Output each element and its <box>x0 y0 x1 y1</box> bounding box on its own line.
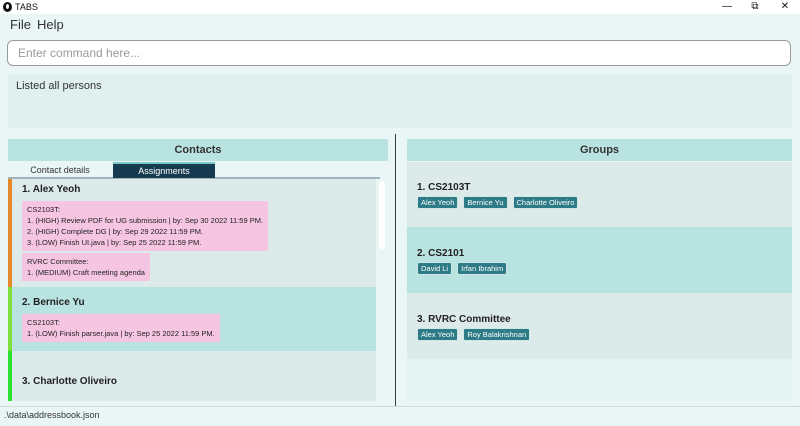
assignment-group-title: CS2103T: <box>27 318 60 327</box>
group-card[interactable]: 1. CS2103T Alex Yeoh Bernice Yu Charlott… <box>407 162 792 227</box>
tag-color-bar <box>8 287 12 351</box>
group-card[interactable]: 3. RVRC Committee Alex Yeoh Roy Balakris… <box>407 293 792 359</box>
app-icon <box>3 2 12 12</box>
title-bar: TABS — ⧉ ✕ <box>0 0 800 14</box>
menu-help[interactable]: Help <box>37 17 64 33</box>
member-tag: Bernice Yu <box>463 196 508 209</box>
member-tags: David Li Irfan Ibrahim <box>417 262 508 275</box>
assignment-box: CS2103T: 1. (LOW) Finish parser.java | b… <box>22 314 220 342</box>
contact-name: 2. Bernice Yu <box>22 297 85 308</box>
member-tags: Alex Yeoh Roy Balakrishnan <box>417 328 531 341</box>
window-title: TABS <box>15 2 38 12</box>
member-tags: Alex Yeoh Bernice Yu Charlotte Oliveiro <box>417 196 579 209</box>
status-bar: .\data\addressbook.json <box>0 406 800 426</box>
member-tag: Alex Yeoh <box>417 328 459 341</box>
minimize-icon[interactable]: — <box>712 0 742 14</box>
member-tag: Irfan Ibrahim <box>457 262 508 275</box>
assignment-box: CS2103T: 1. (HIGH) Review PDF for UG sub… <box>22 201 269 251</box>
tab-assignments[interactable]: Assignments <box>113 162 215 178</box>
command-input[interactable] <box>7 40 791 66</box>
save-location: .\data\addressbook.json <box>4 410 100 420</box>
group-name: 2. CS2101 <box>417 248 465 259</box>
assignment-item: 2. (HIGH) Complete DG | by: Sep 29 2022 … <box>27 227 204 236</box>
menu-file[interactable]: File <box>10 17 31 33</box>
assignment-item: 1. (HIGH) Review PDF for UG submission |… <box>27 216 264 225</box>
member-tag: Charlotte Oliveiro <box>512 196 579 209</box>
assignment-item: 3. (LOW) Finish UI.java | by: Sep 25 202… <box>27 238 202 247</box>
tab-contact-details[interactable]: Contact details <box>10 162 110 178</box>
member-tag: Roy Balakrishnan <box>463 328 531 341</box>
assignment-item: 1. (LOW) Finish parser.java | by: Sep 25… <box>27 329 215 338</box>
tag-color-bar <box>8 351 12 401</box>
groups-header: Groups <box>407 139 792 161</box>
menu-bar: File Help <box>0 14 800 36</box>
tag-color-bar <box>8 179 12 287</box>
panel-divider[interactable] <box>395 134 396 406</box>
contacts-scroll-thumb[interactable] <box>379 181 385 249</box>
contacts-header: Contacts <box>8 139 388 161</box>
contact-card[interactable]: 2. Bernice Yu CS2103T: 1. (LOW) Finish p… <box>8 287 376 351</box>
group-name: 1. CS2103T <box>417 182 471 193</box>
group-name: 3. RVRC Committee <box>417 314 511 325</box>
assignment-group-title: RVRC Committee: <box>27 257 89 266</box>
assignment-box: RVRC Committee: 1. (MEDIUM) Craft meetin… <box>22 253 150 281</box>
contact-name: 3. Charlotte Oliveiro <box>22 376 118 387</box>
member-tag: David Li <box>417 262 453 275</box>
restore-icon[interactable]: ⧉ <box>740 0 770 14</box>
groups-empty-area <box>407 359 792 401</box>
close-icon[interactable]: ✕ <box>770 0 800 14</box>
contact-name: 1. Alex Yeoh <box>22 184 81 195</box>
result-text: Listed all persons <box>16 80 102 92</box>
assignment-group-title: CS2103T: <box>27 205 60 214</box>
contact-card[interactable]: 1. Alex Yeoh CS2103T: 1. (HIGH) Review P… <box>8 179 376 287</box>
contact-card[interactable]: 3. Charlotte Oliveiro <box>8 351 376 401</box>
group-card[interactable]: 2. CS2101 David Li Irfan Ibrahim <box>407 227 792 293</box>
result-display: Listed all persons <box>8 74 792 128</box>
member-tag: Alex Yeoh <box>417 196 459 209</box>
assignment-item: 1. (MEDIUM) Craft meeting agenda <box>27 268 145 277</box>
